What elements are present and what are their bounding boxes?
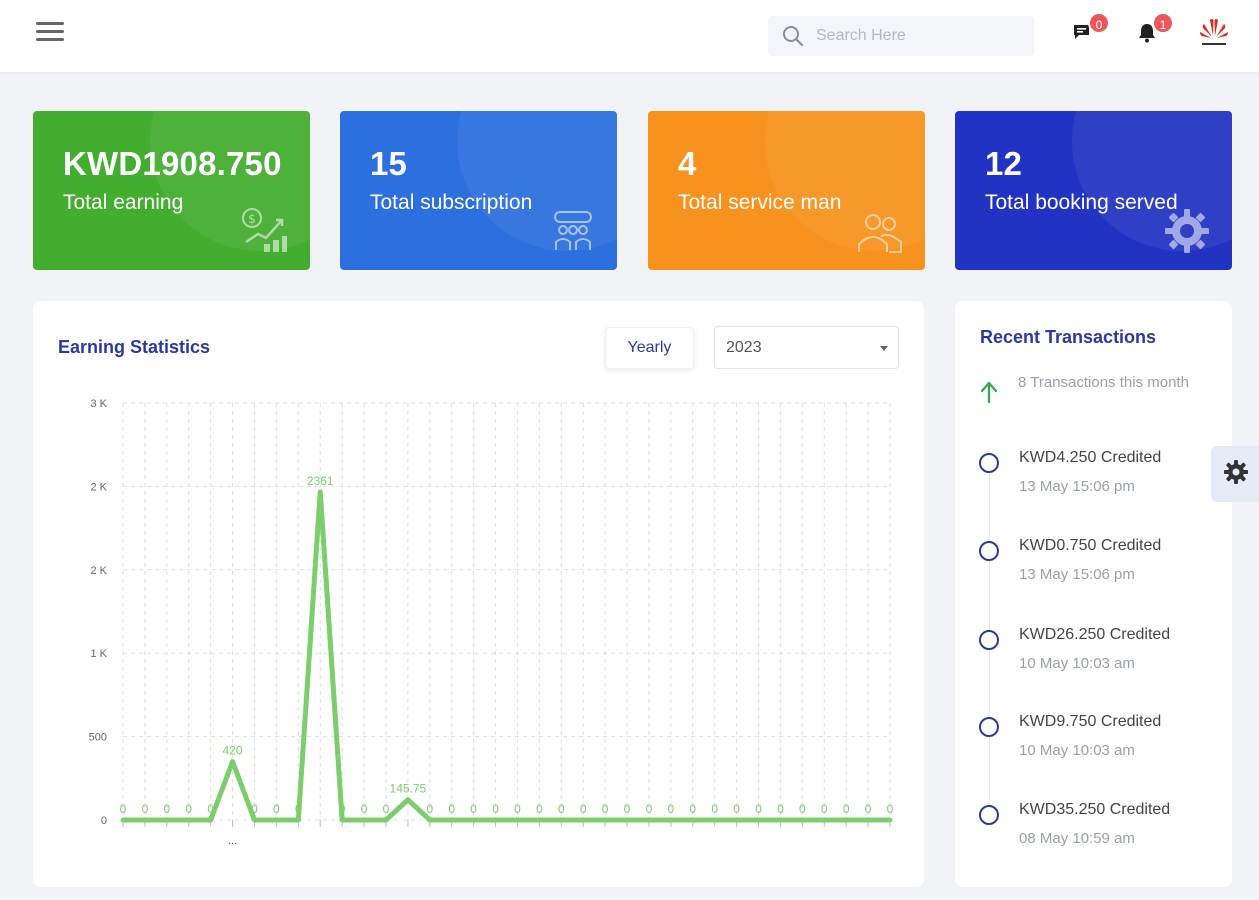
settings-tab[interactable] [1211, 446, 1259, 502]
search-input[interactable] [816, 24, 1016, 48]
total-booking-served-card[interactable]: 12 Total booking served [955, 111, 1232, 270]
y-tick-label: 2 K [90, 481, 107, 493]
data-label: 0 [646, 802, 653, 816]
data-label: 0 [624, 802, 631, 816]
timeline-dot-icon [979, 541, 999, 561]
data-label: 0 [426, 802, 433, 816]
earning-statistics-panel: Earning Statistics Yearly 2023 0 500 1 K2 … [33, 301, 924, 887]
data-label: 0 [536, 802, 543, 816]
transaction-date: 10 May 10:03 am [1019, 742, 1135, 759]
data-label: 0 [580, 802, 587, 816]
data-label: 0 [514, 802, 521, 816]
notifications-badge: 1 [1152, 12, 1174, 34]
earning-growth-icon: $ [242, 208, 287, 252]
transaction-item[interactable]: KWD35.250 Credited 08 May 10:59 am [979, 801, 1219, 861]
earning-line-chart: 0 500 1 K 2 K 2 K 3 K... 0 0 0 0 0 420 0 0 0 2361 0 0 0 145… [89, 398, 894, 847]
messages-badge: 0 [1088, 12, 1110, 34]
notifications-button[interactable]: 1 [1136, 12, 1174, 52]
y-tick-label: 0 [101, 815, 107, 827]
data-label: 0 [339, 802, 346, 816]
data-label: 0 [777, 802, 784, 816]
data-label: 420 [223, 744, 243, 758]
timeline-dot-icon [979, 805, 999, 825]
data-label: 0 [821, 802, 828, 816]
transaction-amount: KWD35.250 Credited [1019, 801, 1171, 818]
data-label: 0 [755, 802, 762, 816]
hamburger-menu-icon[interactable] [36, 22, 64, 44]
timeline-dot-icon [979, 453, 999, 473]
transaction-amount: KWD9.750 Credited [1019, 713, 1162, 730]
total-service-man-card[interactable]: 4 Total service man [648, 111, 925, 270]
transaction-item[interactable]: KWD26.250 Credited 10 May 10:03 am [979, 626, 1219, 686]
transactions-summary: 8 Transactions this month [1018, 374, 1189, 391]
data-label: 0 [799, 802, 806, 816]
data-label: 0 [142, 802, 149, 816]
data-label: 0 [887, 802, 894, 816]
card-label: Total booking served [985, 191, 1178, 214]
card-value: 4 [678, 145, 697, 182]
search-box [768, 16, 1034, 56]
total-earning-card[interactable]: KWD1908.750 Total earning $ [33, 111, 310, 270]
data-label: 0 [711, 802, 718, 816]
y-tick-label: 1 K [90, 648, 107, 660]
card-label: Total earning [63, 191, 184, 214]
search-icon [783, 26, 804, 47]
transaction-date: 10 May 10:03 am [1019, 655, 1135, 672]
data-label: 0 [558, 802, 565, 816]
gear-icon [1224, 460, 1248, 484]
transaction-date: 13 May 15:06 pm [1019, 478, 1135, 495]
service-man-icon [858, 214, 902, 253]
transaction-date: 08 May 10:59 am [1019, 830, 1135, 847]
transaction-item[interactable]: KWD0.750 Credited 13 May 15:06 pm [979, 537, 1219, 597]
recent-transactions-panel: Recent Transactions 8 Transactions this … [955, 301, 1232, 887]
data-label: 0 [273, 802, 280, 816]
arrow-up-icon [980, 381, 998, 403]
messages-button[interactable]: 0 [1072, 12, 1110, 52]
timeline-dot-icon [979, 717, 999, 737]
data-label: 145.75 [390, 782, 427, 796]
transaction-amount: KWD4.250 Credited [1019, 449, 1162, 466]
card-value: KWD1908.750 [63, 145, 282, 182]
transaction-date: 13 May 15:06 pm [1019, 566, 1135, 583]
data-label: 0 [251, 802, 258, 816]
recent-transactions-title: Recent Transactions [980, 327, 1157, 347]
booking-gear-icon [1165, 209, 1209, 253]
top-bar: 0 1 [0, 0, 1259, 72]
data-label: 0 [207, 802, 214, 816]
data-label: 0 [668, 802, 675, 816]
data-label: 0 [470, 802, 477, 816]
data-label: 0 [492, 802, 499, 816]
data-label: 0 [733, 802, 740, 816]
data-label: 0 [361, 802, 368, 816]
total-subscription-card[interactable]: 15 Total subscription [340, 111, 617, 270]
data-label: 0 [602, 802, 609, 816]
y-tick-label: 2 K [90, 565, 107, 577]
data-label: 0 [120, 802, 127, 816]
y-tick-label: 3 K [90, 398, 107, 410]
data-label: 0 [383, 802, 390, 816]
card-value: 15 [370, 145, 408, 182]
card-label: Total service man [678, 191, 842, 214]
data-label: 0 [689, 802, 696, 816]
data-label: 0 [448, 802, 455, 816]
card-value: 12 [985, 145, 1023, 182]
series-line [120, 489, 893, 823]
svg-text:$: $ [248, 212, 256, 226]
card-label: Total subscription [370, 191, 533, 214]
y-tick-label: 500 [89, 732, 107, 744]
transaction-item[interactable]: KWD4.250 Credited 13 May 15:06 pm [979, 449, 1219, 509]
subscription-group-icon [554, 211, 592, 250]
data-label: 0 [185, 802, 192, 816]
transaction-amount: KWD26.250 Credited [1019, 626, 1171, 643]
transaction-amount: KWD0.750 Credited [1019, 537, 1162, 554]
brand-logo-icon[interactable] [1196, 14, 1232, 50]
transaction-item[interactable]: KWD9.750 Credited 10 May 10:03 am [979, 713, 1219, 773]
data-label: 0 [865, 802, 872, 816]
data-label: 0 [163, 802, 170, 816]
data-label: 0 [295, 802, 302, 816]
data-label: 2361 [307, 474, 334, 488]
x-tick-label: ... [228, 835, 237, 847]
data-label: 0 [843, 802, 850, 816]
timeline-dot-icon [979, 630, 999, 650]
